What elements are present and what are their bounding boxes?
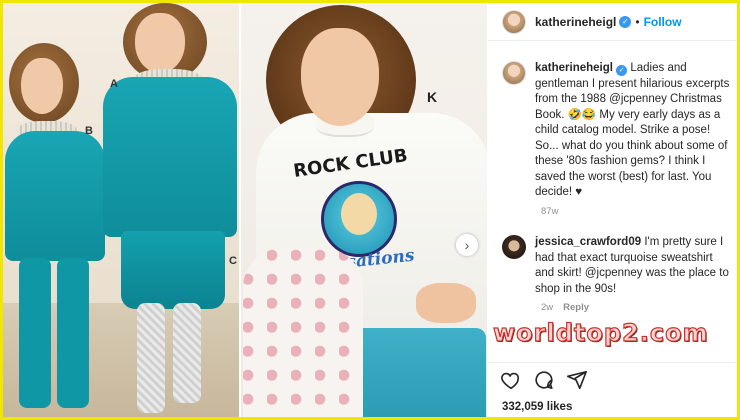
catalog-label-c: C	[229, 255, 237, 267]
verified-badge-icon: ✓	[619, 15, 632, 28]
action-bar	[488, 362, 737, 392]
commenter-avatar[interactable]	[502, 235, 526, 259]
comment-body: jessica_crawford09 I'm pretty sure I had…	[535, 235, 731, 297]
comment-username[interactable]: jessica_crawford09	[535, 236, 641, 248]
post-sidebar: katherineheigl ✓ • Follow katherineheigl…	[488, 3, 737, 417]
carousel-next-button[interactable]: ›	[456, 234, 478, 256]
caption-text: Ladies and gentleman I present hilarious…	[535, 62, 730, 198]
caption-timestamp[interactable]: 87w	[541, 206, 558, 217]
comment-item: jessica_crawford09 I'm pretty sure I had…	[502, 235, 732, 297]
chevron-right-icon: ›	[464, 237, 470, 253]
caption-body: katherineheigl ✓ Ladies and gentleman I …	[535, 61, 731, 201]
post-caption: katherineheigl ✓ Ladies and gentleman I …	[502, 61, 732, 201]
post-photo-left: A B C	[3, 3, 239, 417]
share-icon[interactable]	[566, 369, 588, 391]
separator-dot: •	[635, 14, 640, 29]
catalog-label-a: A	[110, 78, 118, 90]
model-hand	[416, 283, 476, 323]
caption-username[interactable]: katherineheigl	[535, 62, 613, 74]
post-header: katherineheigl ✓ • Follow	[488, 3, 737, 41]
shirt-print-face	[341, 193, 377, 235]
model-face	[301, 28, 379, 126]
watermark: worldtop2.com	[492, 318, 709, 347]
catalog-label-k: K	[427, 89, 438, 105]
likes-count[interactable]: 332,059 likes	[502, 401, 572, 413]
comment-meta: 2w Reply	[541, 302, 589, 313]
avatar[interactable]	[502, 9, 526, 34]
bow-print-sleeve	[243, 248, 363, 417]
verified-badge-icon: ✓	[616, 65, 628, 76]
post-username[interactable]: katherineheigl	[535, 15, 616, 29]
caption-avatar[interactable]	[502, 61, 526, 85]
post-photo-right: ROCK CLUB Sensations K	[241, 3, 487, 417]
reply-button[interactable]: Reply	[563, 302, 589, 313]
follow-button[interactable]: Follow	[644, 15, 682, 29]
comment-timestamp[interactable]: 2w	[541, 302, 553, 313]
catalog-label-b: B	[85, 125, 93, 137]
heart-icon[interactable]	[500, 369, 522, 391]
comment-icon[interactable]	[533, 369, 555, 391]
